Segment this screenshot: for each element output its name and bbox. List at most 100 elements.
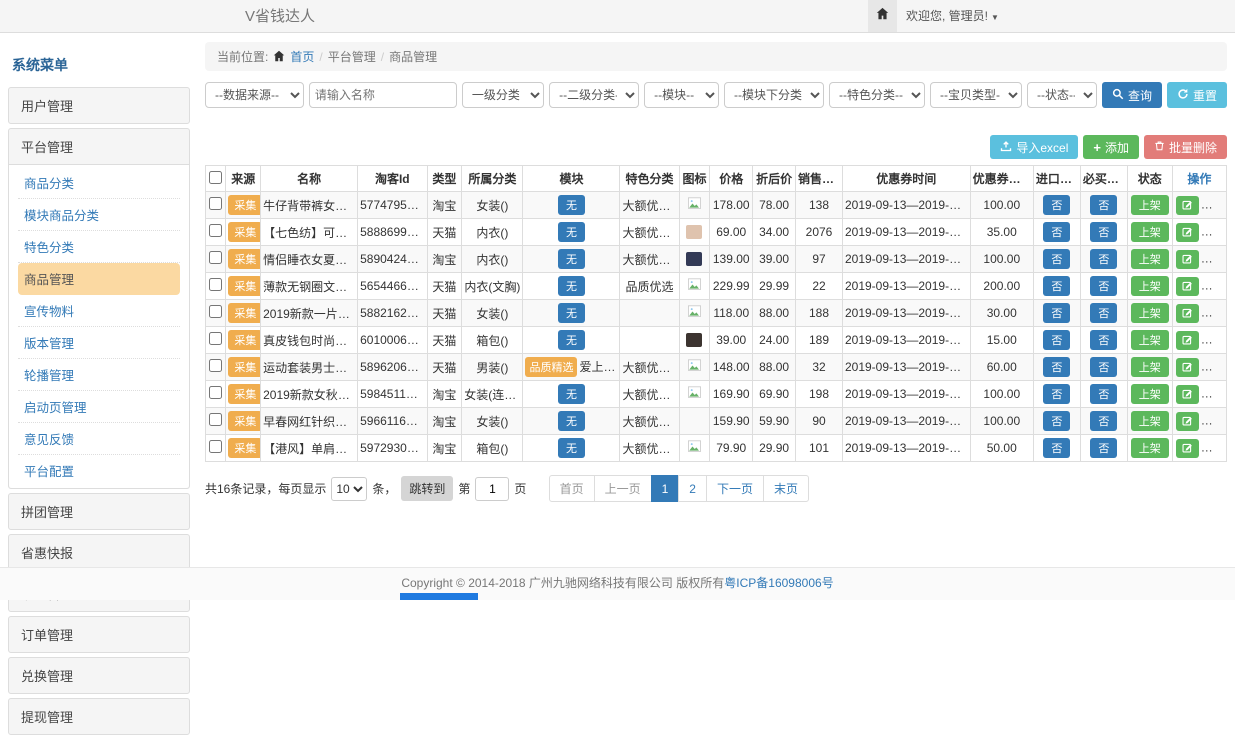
sidebar-subitem-商品管理[interactable]: 商品管理 [18,263,180,295]
select-all-checkbox[interactable] [209,171,222,184]
sidebar-item-用户管理[interactable]: 用户管理 [9,88,189,123]
mustbuy-toggle-button[interactable]: 否 [1090,222,1117,242]
cell-name: 薄款无钢圈文胸聚拢性... [261,273,358,300]
sidebar-item-平台管理[interactable]: 平台管理 [9,129,189,164]
status-button[interactable]: 上架 [1131,276,1169,296]
status-button[interactable]: 上架 [1131,357,1169,377]
cell-checkbox [206,327,226,354]
pager-button-1[interactable]: 1 [651,475,680,502]
page-number-input[interactable] [475,477,509,501]
imported-toggle-button[interactable]: 否 [1043,195,1070,215]
imported-toggle-button[interactable]: 否 [1043,276,1070,296]
mustbuy-toggle-button[interactable]: 否 [1090,249,1117,269]
row-checkbox[interactable] [209,197,222,210]
status-filter-select[interactable]: --状态-- [1027,82,1097,108]
status-button[interactable]: 上架 [1131,438,1169,458]
data-source-filter-select[interactable]: --数据来源-- [205,82,304,108]
mustbuy-toggle-button[interactable]: 否 [1090,438,1117,458]
status-button[interactable]: 上架 [1131,303,1169,323]
row-checkbox[interactable] [209,386,222,399]
imported-toggle-button[interactable]: 否 [1043,411,1070,431]
pager-button-2[interactable]: 2 [678,475,707,502]
imported-toggle-button[interactable]: 否 [1043,438,1070,458]
sidebar-item-兑换管理[interactable]: 兑换管理 [9,658,189,693]
level1-category-filter-select[interactable]: 一级分类 [462,82,544,108]
row-checkbox[interactable] [209,440,222,453]
status-button[interactable]: 上架 [1131,195,1169,215]
status-button[interactable]: 上架 [1131,330,1169,350]
status-button[interactable]: 上架 [1131,384,1169,404]
imported-toggle-button[interactable]: 否 [1043,222,1070,242]
source-badge: 采集 [228,303,260,323]
pager-button-下一页[interactable]: 下一页 [706,475,764,502]
mustbuy-toggle-button[interactable]: 否 [1090,276,1117,296]
status-button[interactable]: 上架 [1131,222,1169,242]
breadcrumb-home-link[interactable]: 首页 [290,48,314,65]
sidebar-subitem-商品分类[interactable]: 商品分类 [18,167,180,199]
sidebar-subitem-意见反馈[interactable]: 意见反馈 [18,423,180,455]
name-search-input[interactable] [309,82,457,108]
feature-category-filter-select[interactable]: --特色分类-- [829,82,925,108]
edit-button[interactable] [1176,412,1199,431]
pager-button-首页[interactable]: 首页 [549,475,595,502]
row-checkbox[interactable] [209,359,222,372]
mustbuy-toggle-button[interactable]: 否 [1090,195,1117,215]
imported-toggle-button[interactable]: 否 [1043,384,1070,404]
row-checkbox[interactable] [209,332,222,345]
sidebar-subitem-模块商品分类[interactable]: 模块商品分类 [18,199,180,231]
module-subcategory-filter-select[interactable]: --模块下分类-- [724,82,824,108]
user-menu[interactable]: 欢迎您, 管理员!▼ [906,0,999,34]
row-checkbox[interactable] [209,413,222,426]
sidebar-item-省惠快报[interactable]: 省惠快报 [9,535,189,570]
mustbuy-toggle-button[interactable]: 否 [1090,330,1117,350]
sidebar-subitem-宣传物料[interactable]: 宣传物料 [18,295,180,327]
row-checkbox[interactable] [209,224,222,237]
edit-button[interactable] [1176,358,1199,377]
edit-button[interactable] [1176,250,1199,269]
imported-toggle-button[interactable]: 否 [1043,330,1070,350]
import-excel-button[interactable]: 导入excel [990,135,1078,159]
mustbuy-toggle-button[interactable]: 否 [1090,303,1117,323]
reset-button[interactable]: 重置 [1167,82,1227,108]
cell-coupon_time: 2019-09-13—2019-09-17 [842,192,970,219]
cell-taoke_id: 588216228899 [358,300,427,327]
module-filter-select[interactable]: --模块-- [644,82,719,108]
icp-link[interactable]: 粤ICP备16098006号 [724,576,833,590]
imported-toggle-button[interactable]: 否 [1043,357,1070,377]
row-checkbox[interactable] [209,251,222,264]
page-size-select[interactable]: 10 [331,477,367,501]
sidebar-subitem-平台配置[interactable]: 平台配置 [18,455,180,486]
item-type-filter-select[interactable]: --宝贝类型-- [930,82,1022,108]
edit-button[interactable] [1176,331,1199,350]
home-shortcut-button[interactable] [868,0,897,32]
edit-button[interactable] [1176,439,1199,458]
edit-button[interactable] [1176,304,1199,323]
level2-category-filter-select[interactable]: --二级分类-- [549,82,639,108]
jump-button[interactable]: 跳转到 [401,476,453,501]
pager-button-末页[interactable]: 末页 [763,475,809,502]
sidebar-item-提现管理[interactable]: 提现管理 [9,699,189,734]
sidebar-subitem-版本管理[interactable]: 版本管理 [18,327,180,359]
edit-button[interactable] [1176,196,1199,215]
add-button[interactable]: + 添加 [1083,135,1139,159]
edit-button[interactable] [1176,277,1199,296]
mustbuy-toggle-button[interactable]: 否 [1090,384,1117,404]
sidebar-subitem-特色分类[interactable]: 特色分类 [18,231,180,263]
pager-button-上一页[interactable]: 上一页 [594,475,652,502]
mustbuy-toggle-button[interactable]: 否 [1090,357,1117,377]
status-button[interactable]: 上架 [1131,411,1169,431]
batch-delete-button[interactable]: 批量删除 [1144,135,1227,159]
row-checkbox[interactable] [209,305,222,318]
sidebar-subitem-启动页管理[interactable]: 启动页管理 [18,391,180,423]
sidebar-subitem-轮播管理[interactable]: 轮播管理 [18,359,180,391]
edit-button[interactable] [1176,385,1199,404]
search-button[interactable]: 查询 [1102,82,1162,108]
row-checkbox[interactable] [209,278,222,291]
status-button[interactable]: 上架 [1131,249,1169,269]
mustbuy-toggle-button[interactable]: 否 [1090,411,1117,431]
imported-toggle-button[interactable]: 否 [1043,303,1070,323]
sidebar-item-拼团管理[interactable]: 拼团管理 [9,494,189,529]
sidebar-item-订单管理[interactable]: 订单管理 [9,617,189,652]
imported-toggle-button[interactable]: 否 [1043,249,1070,269]
edit-button[interactable] [1176,223,1199,242]
